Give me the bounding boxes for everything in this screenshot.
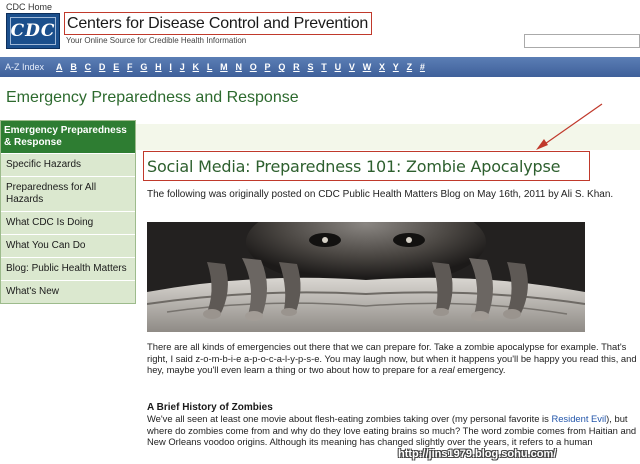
az-letter-p[interactable]: P [265,62,271,72]
zombie-image-art [147,222,585,332]
article-paragraph-2: We've all seen at least one movie about … [147,413,637,448]
article-subheading: A Brief History of Zombies [147,402,273,413]
az-letter-q[interactable]: Q [278,62,285,72]
section-title: Emergency Preparedness and Response [6,89,299,106]
az-letter-i[interactable]: I [169,62,172,72]
search-input[interactable] [524,34,640,48]
zombie-hero-image [147,222,585,332]
az-letter-r[interactable]: R [293,62,300,72]
az-letter-t[interactable]: T [321,62,327,72]
logo-text: CDC [10,21,56,41]
az-index-bar: A-Z Index A B C D E F G H I J K L M N O … [0,57,640,77]
az-letter-b[interactable]: B [70,62,77,72]
article-title-highlight: Social Media: Preparedness 101: Zombie A… [143,151,590,181]
sidebar-item-specific-hazards[interactable]: Specific Hazards [1,153,135,176]
az-letter-e[interactable]: E [113,62,119,72]
cdc-logo[interactable]: CDC [6,13,60,49]
sidebar-nav: Emergency Preparedness & Response Specif… [0,120,136,304]
paragraph-1-text-b: emergency. [454,364,506,375]
site-title: Centers for Disease Control and Preventi… [67,14,369,32]
logo-frame: CDC [10,17,56,45]
az-index-label: A-Z Index [5,62,45,72]
az-letter-o[interactable]: O [250,62,257,72]
az-letter-x[interactable]: X [379,62,385,72]
sidebar-heading[interactable]: Emergency Preparedness & Response [1,121,135,153]
az-letter-w[interactable]: W [363,62,372,72]
az-letter-l[interactable]: L [207,62,213,72]
az-letter-s[interactable]: S [307,62,313,72]
sidebar-item-what-cdc-is-doing[interactable]: What CDC Is Doing [1,211,135,234]
paragraph-2-text-a: We've all seen at least one movie about … [147,413,552,424]
paragraph-1-emphasis: real [438,364,455,375]
az-letter-d[interactable]: D [99,62,106,72]
site-tagline: Your Online Source for Credible Health I… [66,36,247,45]
az-letter-h[interactable]: H [155,62,162,72]
sidebar-item-blog[interactable]: Blog: Public Health Matters [1,257,135,280]
article-paragraph-1: There are all kinds of emergencies out t… [147,341,637,376]
az-letter-hash[interactable]: # [420,62,425,72]
az-letter-a[interactable]: A [56,62,63,72]
az-letter-m[interactable]: M [220,62,228,72]
cdc-home-link[interactable]: CDC Home [6,2,52,12]
article-title: Social Media: Preparedness 101: Zombie A… [147,156,561,176]
az-letter-c[interactable]: C [85,62,92,72]
az-letter-z[interactable]: Z [407,62,413,72]
az-letter-k[interactable]: K [193,62,200,72]
az-letter-n[interactable]: N [235,62,242,72]
article-intro: The following was originally posted on C… [147,189,614,200]
resident-evil-link[interactable]: Resident Evil [551,413,606,424]
az-letter-v[interactable]: V [349,62,355,72]
az-letter-g[interactable]: G [140,62,147,72]
watermark: http://jins1979.blog.sohu.com/ [398,448,557,460]
az-letter-f[interactable]: F [127,62,133,72]
sidebar-item-preparedness-all-hazards[interactable]: Preparedness for All Hazards [1,176,135,211]
site-title-highlight: Centers for Disease Control and Preventi… [64,12,372,35]
sidebar-item-what-you-can-do[interactable]: What You Can Do [1,234,135,257]
az-letter-u[interactable]: U [335,62,342,72]
az-letter-j[interactable]: J [180,62,185,72]
paragraph-1-text-a: There are all kinds of emergencies out t… [147,341,637,375]
az-letter-y[interactable]: Y [393,62,399,72]
sidebar-item-whats-new[interactable]: What's New [1,280,135,303]
